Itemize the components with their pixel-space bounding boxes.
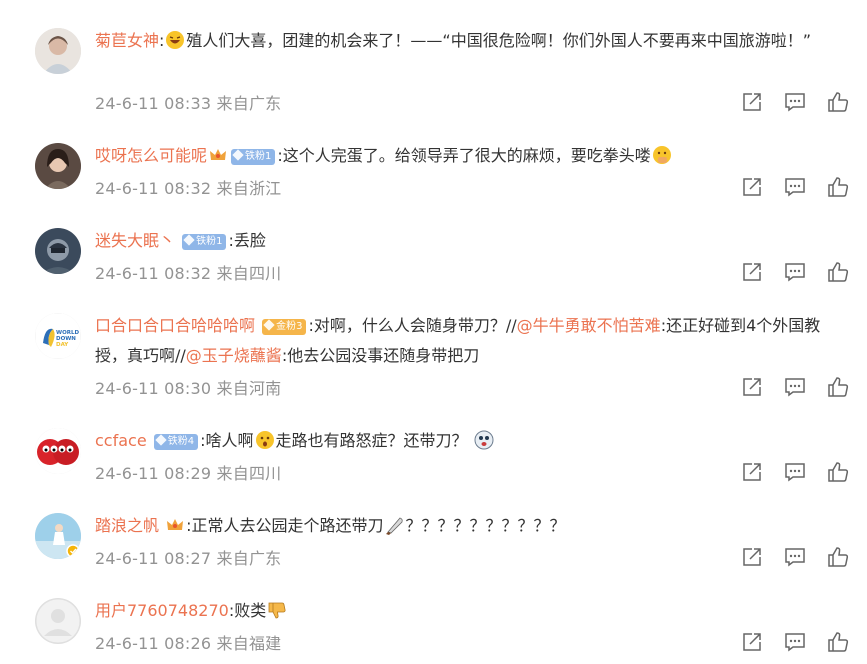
comment-content: 踏浪之帆 :正常人去公园走个路还带刀 ？？？？？？？？？？ <box>95 511 845 541</box>
share-icon[interactable] <box>741 461 763 483</box>
comment-icon[interactable] <box>784 261 806 283</box>
comment-icon[interactable] <box>784 461 806 483</box>
comment-username[interactable]: 菊苣女神 <box>95 31 159 50</box>
comment-text: 殖人们大喜，团建的机会来了！——“中国很危险啊！你们外国人不要再来中国旅游啦！” <box>186 31 811 50</box>
comment-time: 24-6-11 08:32 <box>95 264 212 283</box>
comment-meta: 24-6-11 08:26 来自福建 <box>95 630 281 654</box>
comment-username[interactable]: 哎呀怎么可能呢 <box>95 146 207 165</box>
like-icon[interactable] <box>827 176 849 198</box>
share-icon[interactable] <box>741 91 763 113</box>
fan-badge[interactable]: 铁粉4 <box>153 434 199 450</box>
comment-text: :啥人啊 <box>200 431 254 450</box>
comment-time: 24-6-11 08:33 <box>95 94 212 113</box>
comment-text: :败类 <box>228 601 267 620</box>
comment-time: 24-6-11 08:30 <box>95 379 212 398</box>
avatar[interactable]: WORLD DOWN DAY <box>35 313 81 359</box>
comment-location: 来自广东 <box>216 94 282 113</box>
comment-meta: 24-6-11 08:32 来自四川 <box>95 260 281 284</box>
like-icon[interactable] <box>827 631 849 653</box>
avatar[interactable] <box>35 513 81 559</box>
fist-emoji-icon <box>652 146 671 164</box>
comment-actions <box>741 631 851 653</box>
comment-content: 用户7760748270:败类 <box>95 596 845 626</box>
comment-icon[interactable] <box>784 631 806 653</box>
avatar[interactable] <box>35 228 81 274</box>
comment-meta: 24-6-11 08:32 来自浙江 <box>95 175 281 199</box>
comment-meta: 24-6-11 08:27 来自广东 <box>95 545 281 569</box>
comment-username[interactable]: 用户7760748270 <box>95 601 229 620</box>
avatar[interactable] <box>35 28 81 74</box>
like-icon[interactable] <box>827 546 849 568</box>
comment-location: 来自河南 <box>216 379 282 398</box>
comment-location: 来自广东 <box>216 549 282 568</box>
confused-emoji-icon <box>255 431 274 449</box>
share-icon[interactable] <box>741 176 763 198</box>
share-icon[interactable] <box>741 261 763 283</box>
avatar[interactable] <box>35 598 81 644</box>
comment-content: 菊苣女神: 殖人们大喜，团建的机会来了！——“中国很危险啊！你们外国人不要再来中国… <box>95 31 811 50</box>
comment-username[interactable]: 口合口合口合哈哈哈啊 <box>95 316 255 335</box>
comment-time: 24-6-11 08:32 <box>95 179 212 198</box>
comment-actions <box>741 261 851 283</box>
comment-text: :正常人去公园走个路还带刀 <box>186 516 384 535</box>
comment-time: 24-6-11 08:27 <box>95 549 212 568</box>
shocked-emoji-icon <box>474 430 494 450</box>
comment-actions <box>741 376 851 398</box>
like-icon[interactable] <box>827 261 849 283</box>
thumbs-down-emoji-icon <box>268 602 286 619</box>
comment-actions <box>741 461 851 483</box>
fan-badge[interactable]: 金粉3 <box>262 319 307 335</box>
comment-meta: 24-6-11 08:29 来自四川 <box>95 460 281 484</box>
share-icon[interactable] <box>741 376 763 398</box>
comment-location: 来自浙江 <box>216 179 282 198</box>
comment-actions <box>741 176 851 198</box>
comment-meta: 24-6-11 08:33 来自广东 <box>95 90 281 114</box>
comment-location: 来自四川 <box>216 264 282 283</box>
comment-time: 24-6-11 08:29 <box>95 464 212 483</box>
comment-content: 哎呀怎么可能呢 铁粉1:这个人完蛋了。给领导弄了很大的麻烦，要吃拳头喽 <box>95 141 845 171</box>
comment-text: :对啊，什么人会随身带刀？// <box>308 316 517 335</box>
share-icon[interactable] <box>741 631 763 653</box>
crown-icon <box>167 519 184 530</box>
comment-text: :这个人完蛋了。给领导弄了很大的麻烦，要吃拳头喽 <box>277 146 651 165</box>
fan-badge[interactable]: 铁粉1 <box>231 149 276 165</box>
fan-badge[interactable]: 铁粉1 <box>182 234 227 250</box>
avatar[interactable] <box>35 428 81 474</box>
laughing-emoji-icon <box>166 31 185 49</box>
share-icon[interactable] <box>741 546 763 568</box>
like-icon[interactable] <box>827 376 849 398</box>
comment-text: :他去公园没事还随身带把刀 <box>281 346 480 365</box>
comment-username[interactable]: 踏浪之帆 <box>95 516 159 535</box>
comment-location: 来自福建 <box>216 634 282 653</box>
comment-username[interactable]: 迷失大眠丶 <box>95 231 175 250</box>
comment-username[interactable]: ccface <box>95 431 147 450</box>
comment-meta: 24-6-11 08:30 来自河南 <box>95 375 281 399</box>
like-icon[interactable] <box>827 91 849 113</box>
comment-icon[interactable] <box>784 91 806 113</box>
comment-content: 口合口合口合哈哈哈啊 金粉3:对啊，什么人会随身带刀？//@牛牛勇敢不怕苦难:还… <box>95 311 845 371</box>
comment-content: ccface 铁粉4:啥人啊 走路也有路怒症？还带刀？ <box>95 426 845 456</box>
comment-actions <box>741 546 851 568</box>
mention-link[interactable]: @牛牛勇敢不怕苦难 <box>517 316 661 335</box>
comment-text: :丢脸 <box>228 231 266 250</box>
comment-text: 走路也有路怒症？还带刀？ <box>275 431 468 450</box>
comment-icon[interactable] <box>784 176 806 198</box>
svg-text:DAY: DAY <box>56 342 69 348</box>
avatar[interactable] <box>35 143 81 189</box>
like-icon[interactable] <box>827 461 849 483</box>
comment-text: ？？？？？？？？？？ <box>405 516 566 535</box>
comment-icon[interactable] <box>784 376 806 398</box>
mention-link[interactable]: @玉子烧蘸酱 <box>186 346 282 365</box>
comment-location: 来自四川 <box>216 464 282 483</box>
crown-icon <box>210 149 227 160</box>
comment-icon[interactable] <box>784 546 806 568</box>
comment-actions <box>741 91 851 113</box>
knife-emoji-icon <box>385 517 403 535</box>
comment-content: 迷失大眠丶 铁粉1:丢脸 <box>95 226 845 256</box>
comment-time: 24-6-11 08:26 <box>95 634 212 653</box>
